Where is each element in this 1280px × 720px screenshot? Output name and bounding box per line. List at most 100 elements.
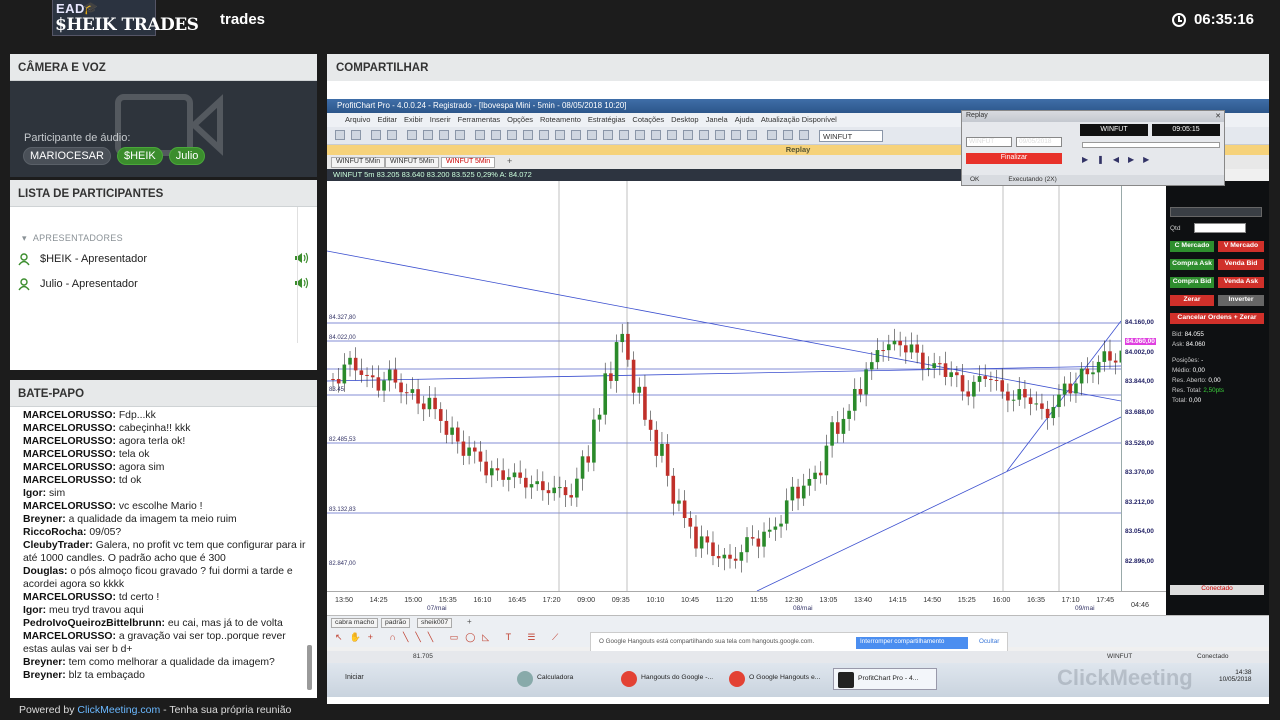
taskbar-label: Calculadora xyxy=(537,674,574,681)
audio-chip[interactable]: $HEIK xyxy=(116,147,163,165)
chart-tab[interactable]: WINFUT 5Min xyxy=(441,157,496,168)
toolbar-button[interactable] xyxy=(423,130,433,140)
buy-ask-button[interactable]: Compra Ask xyxy=(1170,259,1214,270)
toolbar-button[interactable] xyxy=(507,130,517,140)
audio-chip[interactable]: Julio xyxy=(168,147,206,165)
toolbar-button[interactable] xyxy=(407,130,417,140)
toolbar-button[interactable] xyxy=(351,130,361,140)
presenters-group-label[interactable]: ▾ APRESENTADORES xyxy=(22,233,123,244)
candle-body xyxy=(478,451,483,462)
add-tab-icon[interactable]: + xyxy=(507,156,512,166)
hide-notice-link[interactable]: Ocultar xyxy=(979,638,999,645)
candle-body xyxy=(1085,368,1090,375)
toolbar-button[interactable] xyxy=(635,130,645,140)
logo-line-1: EAD xyxy=(56,1,85,16)
chart-tab[interactable]: WINFUT 5Min xyxy=(331,157,386,168)
workspace-tab[interactable]: padrão xyxy=(381,618,411,628)
toolbar-button[interactable] xyxy=(747,130,757,140)
menu-item[interactable]: Arquivo xyxy=(345,115,370,124)
menu-item[interactable]: Estratégias xyxy=(588,115,626,124)
menu-item[interactable]: Atualização Disponível xyxy=(761,115,837,124)
toolbar-button[interactable] xyxy=(387,130,397,140)
taskbar-item[interactable]: Hangouts do Google -... xyxy=(617,668,721,690)
participants-scrollbar[interactable] xyxy=(297,207,298,343)
menu-item[interactable]: Janela xyxy=(706,115,728,124)
buy-market-button[interactable]: C Mercado xyxy=(1170,241,1214,252)
candle-body xyxy=(631,359,636,393)
toolbar-button[interactable] xyxy=(651,130,661,140)
menu-item[interactable]: Ajuda xyxy=(735,115,754,124)
taskbar-label: ProfitChart Pro - 4... xyxy=(858,675,919,682)
chart-tab[interactable]: WINFUT 5Min xyxy=(385,157,440,168)
replay-controls[interactable]: ▶❚◀▶▶ xyxy=(1082,155,1158,164)
menu-item[interactable]: Cotações xyxy=(632,115,664,124)
account-select[interactable] xyxy=(1170,207,1262,217)
toolbar-button[interactable] xyxy=(491,130,501,140)
chat-text: vc escolhe Mario ! xyxy=(115,501,203,512)
replay-progress[interactable] xyxy=(1082,142,1220,148)
toolbar-button[interactable] xyxy=(555,130,565,140)
taskbar-item[interactable]: ProfitChart Pro - 4... xyxy=(833,668,937,690)
chat-message: MARCELORUSSO: tela ok xyxy=(23,448,313,461)
toolbar-button[interactable] xyxy=(439,130,449,140)
candle-body xyxy=(348,357,352,365)
ticker-select[interactable]: WINFUT xyxy=(819,130,883,142)
toolbar-button[interactable] xyxy=(783,130,793,140)
audio-chip[interactable]: MARIOCESAR xyxy=(23,147,111,165)
chat-text: a qualidade da imagem ta meio ruim xyxy=(65,514,237,525)
add-workspace-icon[interactable]: + xyxy=(467,617,472,626)
zero-button[interactable]: Zerar xyxy=(1170,295,1214,306)
candle-body xyxy=(495,468,500,471)
candle-body xyxy=(643,386,647,420)
toolbar-button[interactable] xyxy=(683,130,693,140)
menu-item[interactable]: Opções xyxy=(507,115,533,124)
buy-bid-button[interactable]: Compra Bid xyxy=(1170,277,1214,288)
toolbar-button[interactable] xyxy=(603,130,613,140)
clickmeeting-link[interactable]: ClickMeeting.com xyxy=(77,704,160,716)
sell-ask-button[interactable]: Venda Ask xyxy=(1218,277,1264,288)
chat-scrollbar[interactable] xyxy=(307,645,312,690)
toolbar-button[interactable] xyxy=(371,130,381,140)
replay-date-input[interactable]: 09/05/2018 xyxy=(1016,137,1062,147)
toolbar-button[interactable] xyxy=(667,130,677,140)
candlestick-chart[interactable]: 84.327,80 84.022,00 83.45 82.485,53 83.132,8… xyxy=(327,181,1121,591)
participant-row[interactable]: $HEIK - Apresentador xyxy=(16,251,312,269)
toolbar-button[interactable] xyxy=(699,130,709,140)
workspace-tab[interactable]: cabra macho xyxy=(331,618,379,628)
workspace-tab[interactable]: sheik007 xyxy=(417,618,453,628)
cancel-orders-button[interactable]: Cancelar Ordens + Zerar xyxy=(1170,313,1264,324)
close-icon[interactable]: ✕ xyxy=(1215,112,1221,120)
drawing-tool-icons[interactable]: ↖✋+ ∩╲╲╲ ▭◯◺ T ☰ ⟋ xyxy=(335,632,565,643)
toolbar-button[interactable] xyxy=(335,130,345,140)
menu-item[interactable]: Editar xyxy=(377,115,397,124)
menu-item[interactable]: Inserir xyxy=(430,115,451,124)
toolbar-button[interactable] xyxy=(715,130,725,140)
stop-sharing-button[interactable]: Interromper compartilhamento xyxy=(856,637,968,649)
sell-market-button[interactable]: V Mercado xyxy=(1218,241,1264,252)
participant-row[interactable]: Julio - Apresentador xyxy=(16,276,312,294)
qty-input[interactable] xyxy=(1194,223,1246,233)
chat-text: cabeçinha!! kkk xyxy=(115,423,191,434)
toolbar-button[interactable] xyxy=(619,130,629,140)
toolbar-button[interactable] xyxy=(539,130,549,140)
menu-item[interactable]: Exibir xyxy=(404,115,423,124)
invert-button[interactable]: Inverter xyxy=(1218,295,1264,306)
toolbar-button[interactable] xyxy=(475,130,485,140)
taskbar-item[interactable]: Calculadora xyxy=(513,668,613,690)
menu-item[interactable]: Roteamento xyxy=(540,115,581,124)
toolbar-button[interactable] xyxy=(799,130,809,140)
replay-ticker-input[interactable]: WINFUT xyxy=(966,137,1012,147)
toolbar-button[interactable] xyxy=(523,130,533,140)
toolbar-button[interactable] xyxy=(587,130,597,140)
taskbar-label: O Google Hangouts e... xyxy=(749,674,821,681)
toolbar-button[interactable] xyxy=(571,130,581,140)
menu-item[interactable]: Ferramentas xyxy=(458,115,501,124)
toolbar-button[interactable] xyxy=(767,130,777,140)
toolbar-button[interactable] xyxy=(455,130,465,140)
taskbar-item[interactable]: O Google Hangouts e... xyxy=(725,668,829,690)
menu-item[interactable]: Desktop xyxy=(671,115,699,124)
toolbar-button[interactable] xyxy=(731,130,741,140)
sell-bid-button[interactable]: Venda Bid xyxy=(1218,259,1264,270)
finish-replay-button[interactable]: Finalizar xyxy=(966,153,1062,164)
start-button[interactable]: Iniciar xyxy=(331,668,371,690)
